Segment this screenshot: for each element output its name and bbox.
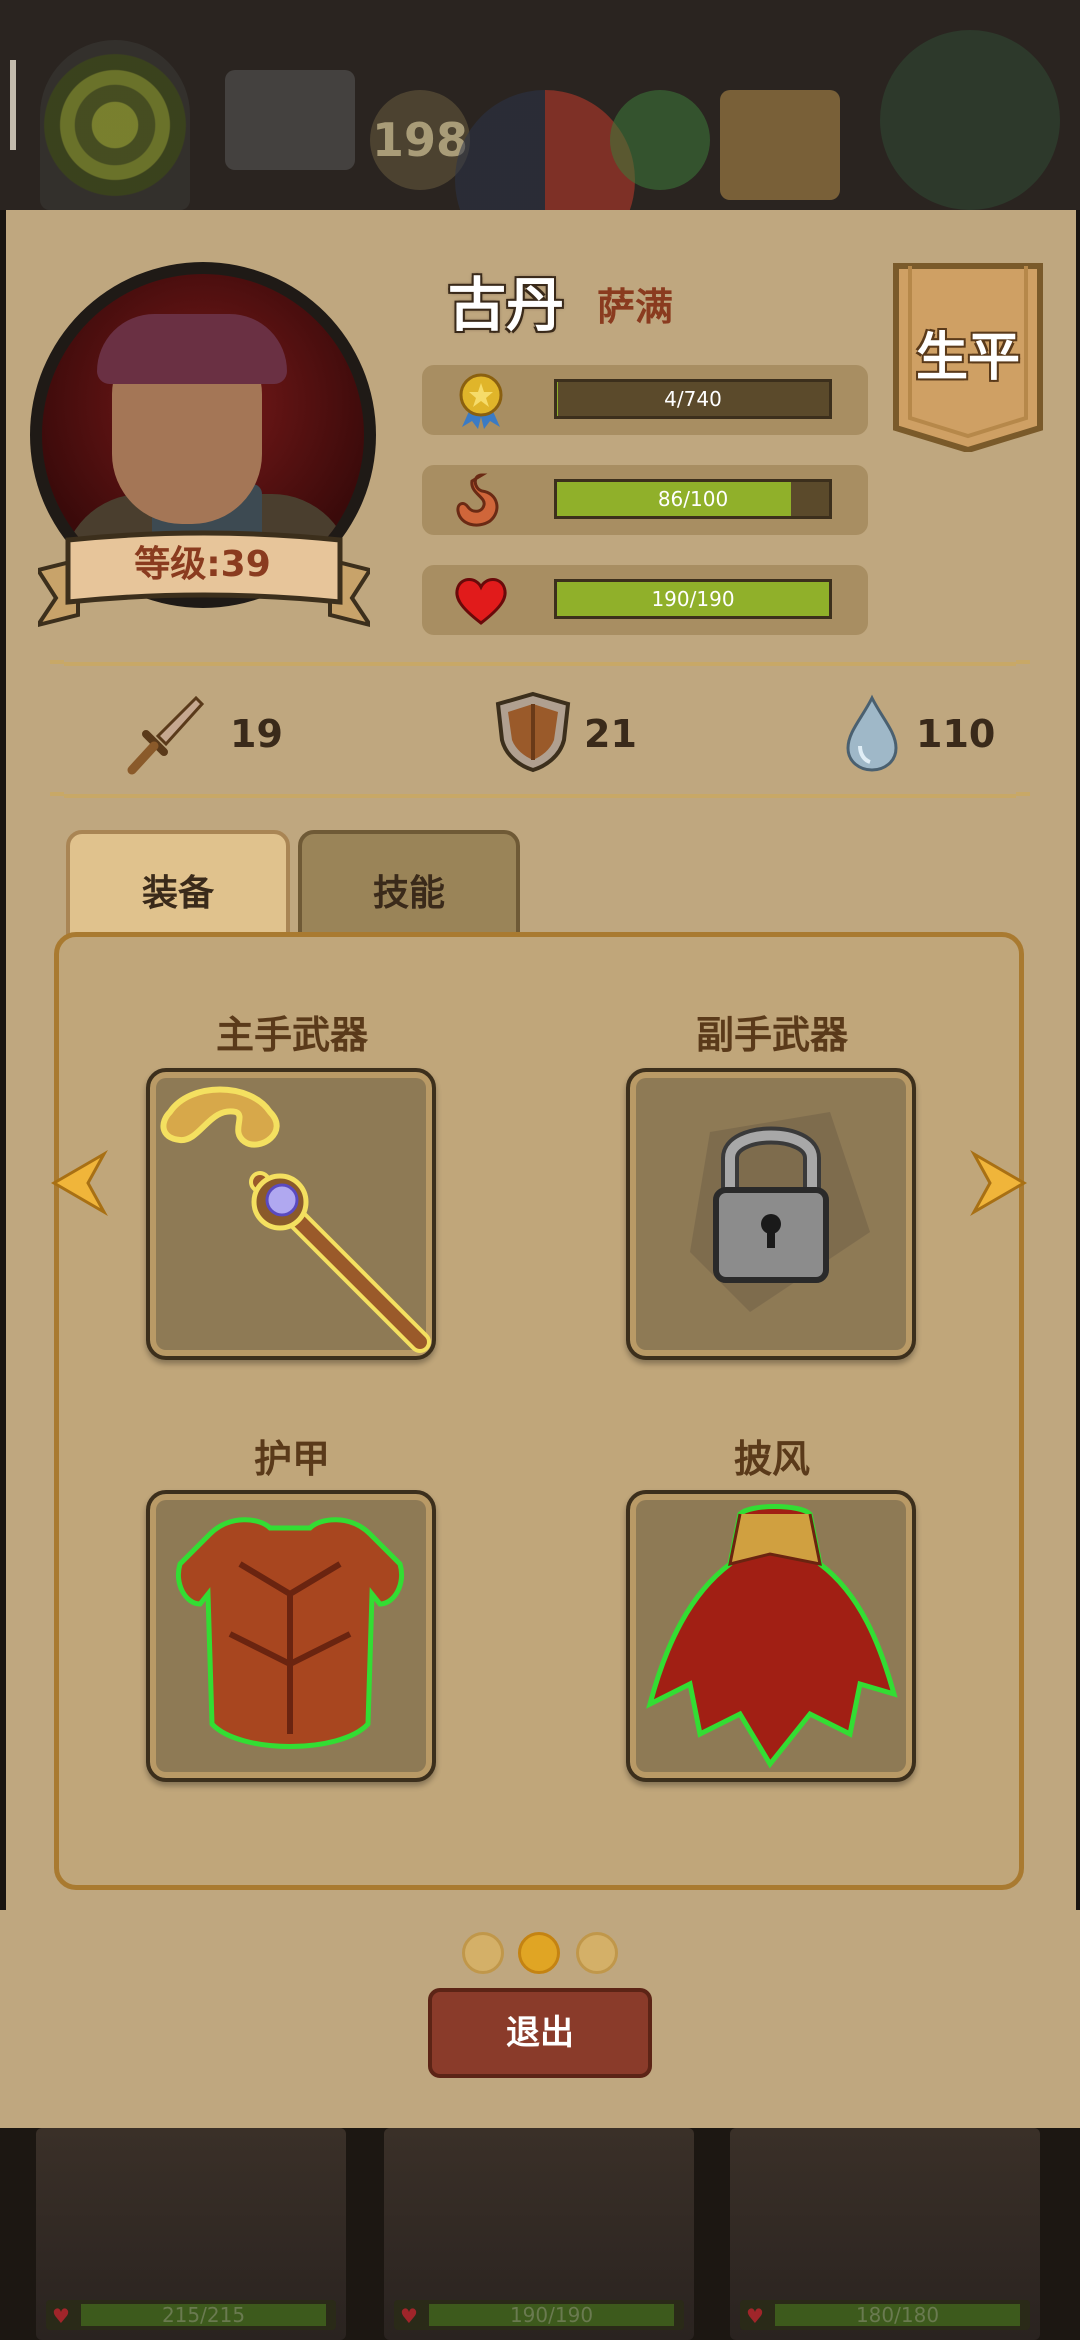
cloak-icon — [646, 1504, 898, 1769]
hero-name: 古丹 — [448, 271, 565, 339]
party-member-card[interactable]: ♥ 180/180 — [730, 2128, 1040, 2340]
tab-skills[interactable]: 技能 — [298, 830, 520, 940]
main-hand-slot[interactable] — [146, 1068, 436, 1360]
exit-button[interactable]: 退出 — [428, 1988, 652, 2078]
party-hp-bar: ♥ 190/190 — [394, 2300, 684, 2330]
shield-icon — [495, 691, 571, 773]
party-hp-bar: ♥ 180/180 — [740, 2300, 1030, 2330]
health-text: 190/190 — [651, 587, 735, 611]
page-dot-1[interactable] — [462, 1932, 504, 1974]
level-label: 等级:39 — [134, 544, 271, 585]
armor-label: 护甲 — [253, 1437, 330, 1481]
divider — [50, 660, 1030, 666]
water-drop-icon — [846, 694, 898, 772]
day-night-dial-icon[interactable] — [455, 90, 635, 210]
health-bar: 190/190 — [554, 579, 832, 619]
heart-icon: ♥ — [52, 2304, 70, 2328]
hunger-row: 86/100 — [422, 465, 868, 535]
party-hp-bar: ♥ 215/215 — [46, 2300, 336, 2330]
hero-class: 萨满 — [597, 285, 674, 329]
party-hp-text: 180/180 — [775, 2304, 1020, 2326]
experience-text: 4/740 — [664, 387, 722, 411]
cloak-label: 披风 — [733, 1437, 810, 1481]
mana-value: 110 — [916, 712, 996, 756]
off-hand-slot[interactable] — [626, 1068, 916, 1360]
party-hp-text: 215/215 — [81, 2304, 326, 2326]
party-hp-text: 190/190 — [429, 2304, 674, 2326]
next-page-arrow-icon[interactable] — [970, 1150, 1030, 1216]
scroll-indicator — [10, 60, 16, 150]
page-dot-3[interactable] — [576, 1932, 618, 1974]
experience-row: 4/740 — [422, 365, 868, 435]
stomach-icon — [456, 473, 499, 527]
off-hand-label: 副手武器 — [695, 1013, 848, 1057]
attack-stat: 19 — [118, 690, 318, 790]
party-member-card[interactable]: ♥ 190/190 — [384, 2128, 694, 2340]
page-dot-2[interactable] — [518, 1932, 560, 1974]
map-icon[interactable] — [720, 90, 840, 200]
defense-value: 21 — [584, 712, 637, 756]
biography-label[interactable]: 生平 — [892, 315, 1044, 390]
padlock-icon — [690, 1112, 870, 1312]
party-member-card[interactable]: ♥ 215/215 — [36, 2128, 346, 2340]
attack-value: 19 — [230, 712, 283, 756]
hunger-text: 86/100 — [657, 487, 729, 511]
heart-icon: ♥ — [400, 2304, 418, 2328]
tab-equipment[interactable]: 装备 — [66, 830, 290, 940]
portal-icon[interactable] — [40, 40, 190, 210]
prev-page-arrow-icon[interactable] — [48, 1150, 108, 1216]
top-hud: 198 — [0, 0, 1080, 210]
monster-icon[interactable] — [880, 30, 1060, 210]
staff-icon — [160, 1086, 431, 1353]
goblin-icon[interactable] — [610, 90, 710, 190]
sword-icon — [127, 695, 205, 775]
divider — [50, 792, 1030, 798]
defense-stat: 21 — [494, 690, 694, 790]
armor-slot[interactable] — [146, 1490, 436, 1782]
anvil-icon[interactable] — [225, 70, 355, 170]
cloak-slot[interactable] — [626, 1490, 916, 1782]
chest-armor-icon — [176, 1517, 404, 1749]
mana-stat: 110 — [842, 690, 1022, 790]
health-row: 190/190 — [422, 565, 868, 635]
main-hand-label: 主手武器 — [215, 1013, 368, 1057]
medal-icon — [459, 373, 503, 429]
hunger-bar: 86/100 — [554, 479, 832, 519]
heart-icon: ♥ — [746, 2304, 764, 2328]
experience-bar: 4/740 — [554, 379, 832, 419]
heart-icon — [455, 578, 507, 625]
